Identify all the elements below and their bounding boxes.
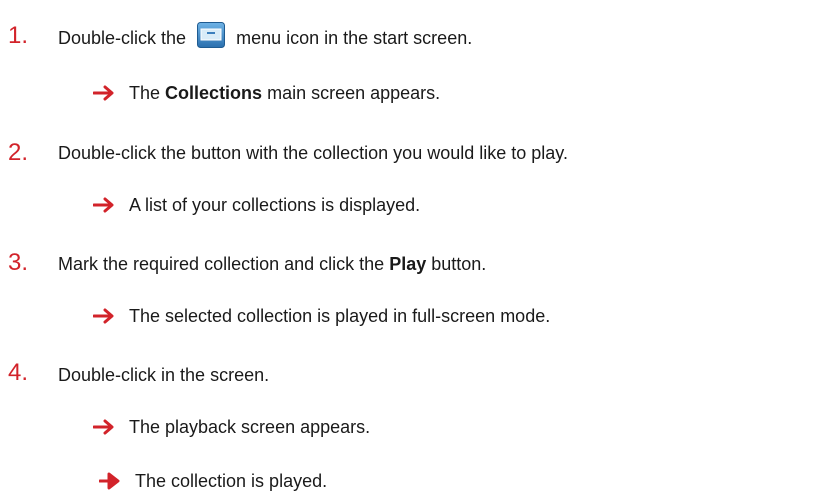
right-arrow-icon (93, 196, 117, 214)
step-4-text: Double-click in the screen. (58, 365, 270, 385)
right-arrow-icon (99, 472, 123, 490)
step-3-result-text: The selected collection is played in ful… (129, 306, 551, 326)
final-result: The collection is played. (99, 472, 327, 490)
step-2-result: A list of your collections is displayed. (93, 196, 420, 214)
step-1-text: Double-click the menu icon in the start … (58, 22, 473, 49)
step-1-result: The Collections main screen appears. (93, 84, 440, 102)
step-1-text-after: menu icon in the start screen. (236, 28, 473, 48)
step-1-result-before: The (129, 83, 161, 103)
right-arrow-icon (93, 84, 117, 102)
step-number-4: 4. (8, 359, 29, 386)
play-label: Play (389, 254, 427, 274)
step-4-result-text: The playback screen appears. (129, 417, 371, 437)
collections-menu-icon (197, 22, 226, 49)
step-2-result-text: A list of your collections is displayed. (129, 195, 421, 215)
right-arrow-icon (93, 307, 117, 325)
step-4-result: The playback screen appears. (93, 418, 370, 436)
step-3-text-after: button. (431, 254, 487, 274)
step-number-3: 3. (8, 249, 29, 276)
step-1-text-before: Double-click the (58, 28, 187, 48)
step-number-1: 1. (8, 22, 29, 49)
step-1-result-after: main screen appears. (267, 83, 441, 103)
final-result-text: The collection is played. (135, 471, 328, 491)
step-number-2: 2. (8, 139, 29, 166)
step-3-result: The selected collection is played in ful… (93, 307, 550, 325)
step-3-text: Mark the required collection and click t… (58, 255, 486, 273)
collections-label: Collections (165, 83, 263, 103)
step-3-text-before: Mark the required collection and click t… (58, 254, 385, 274)
right-arrow-icon (93, 418, 117, 436)
step-2-text: Double-click the button with the collect… (58, 143, 568, 163)
